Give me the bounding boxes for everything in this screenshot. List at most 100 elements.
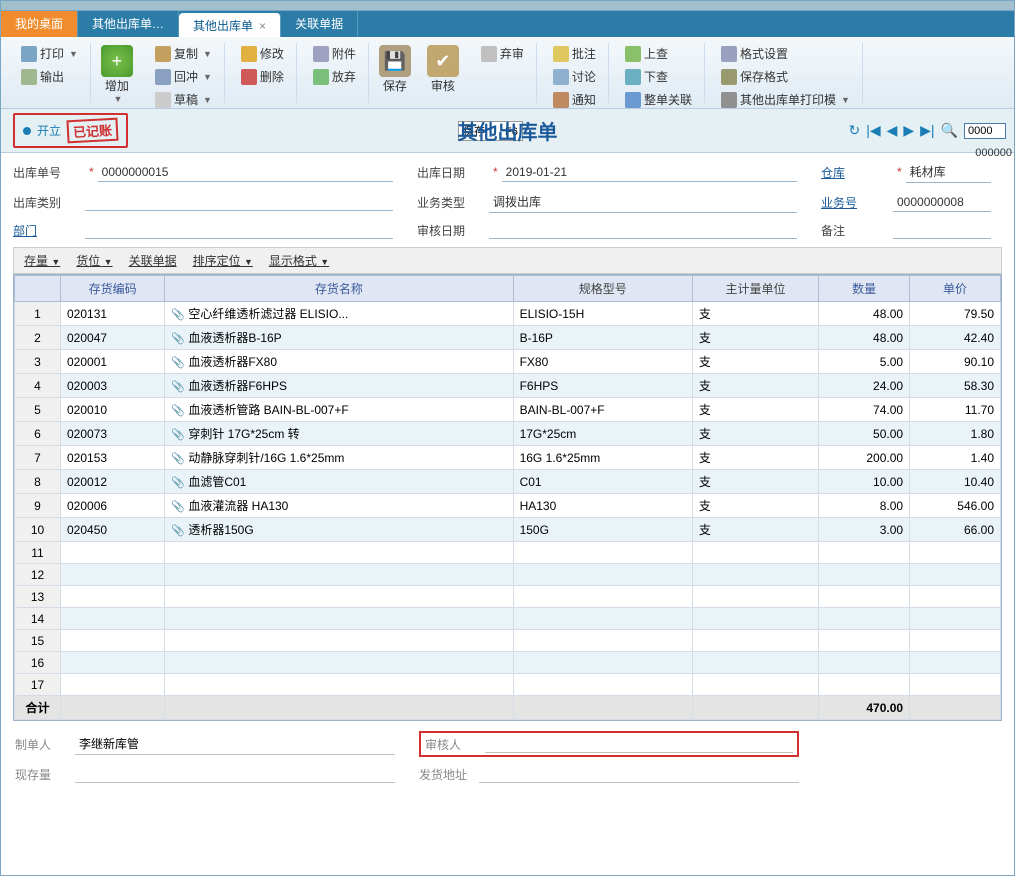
table-row[interactable]: 7020153📎 动静脉穿刺针/16G 1.6*25mm16G 1.6*25mm…: [15, 446, 1001, 470]
up-icon: [625, 46, 641, 62]
table-row[interactable]: 2020047📎 血液透析器B-16PB-16P支48.0042.40: [15, 326, 1001, 350]
remark-field[interactable]: [893, 221, 991, 239]
col-spec[interactable]: 规格型号: [513, 276, 692, 302]
addr-field[interactable]: [479, 765, 799, 783]
col-name[interactable]: 存货名称: [165, 276, 513, 302]
audit-button[interactable]: ✔审核: [421, 43, 465, 96]
edit-button[interactable]: 修改: [237, 43, 288, 64]
auditor-label: 审核人: [425, 736, 485, 753]
loc-link[interactable]: 货位 ▼: [76, 252, 112, 269]
template-button[interactable]: 其他出库单打印模▼: [717, 89, 854, 110]
chat-button[interactable]: 讨论: [549, 66, 600, 87]
link-button[interactable]: 整单关联: [621, 89, 696, 110]
dept-field[interactable]: [85, 221, 393, 239]
warehouse-field[interactable]: 耗材库: [906, 161, 991, 183]
attach-button[interactable]: 附件: [309, 43, 360, 64]
cancel-icon: [481, 46, 497, 62]
search-icon[interactable]: 🔍: [941, 122, 958, 139]
table-row[interactable]: 14: [15, 608, 1001, 630]
export-icon: [21, 69, 37, 85]
col-code[interactable]: 存货编码: [61, 276, 165, 302]
col-qty[interactable]: 数量: [819, 276, 910, 302]
form-area: 出库单号*0000000015 出库日期*2019-01-21 仓库*耗材库 出…: [1, 153, 1014, 247]
table-row[interactable]: 10020450📎 透析器150G150G支3.0066.00: [15, 518, 1001, 542]
fmt-link[interactable]: 显示格式 ▼: [269, 252, 329, 269]
table-row[interactable]: 17: [15, 674, 1001, 696]
table-row[interactable]: 9020006📎 血液灌流器 HA130HA130支8.00546.00: [15, 494, 1001, 518]
bizno-label[interactable]: 业务号: [821, 194, 893, 211]
discard-button[interactable]: 放弃: [309, 66, 360, 87]
warehouse-label[interactable]: 仓库: [821, 164, 893, 181]
save-icon: 💾: [379, 45, 411, 77]
table-row[interactable]: 3020001📎 血液透析器FX80FX80支5.0090.10: [15, 350, 1001, 374]
biz-label: 业务类型: [417, 194, 489, 211]
bizno-field[interactable]: 0000000008: [893, 193, 991, 212]
tab-otherout[interactable]: 其他出库单×: [179, 13, 281, 37]
export-button[interactable]: 输出: [17, 66, 82, 87]
table-row[interactable]: 8020012📎 血滤管C01C01支10.0010.40: [15, 470, 1001, 494]
col-row: [15, 276, 61, 302]
audit-date-field[interactable]: [489, 221, 797, 239]
rel-link[interactable]: 关联单据: [129, 252, 177, 269]
table-row[interactable]: 5020010📎 血液透析管路 BAIN-BL-007+FBAIN-BL-007…: [15, 398, 1001, 422]
note-button[interactable]: 批注: [549, 43, 600, 64]
col-price[interactable]: 单价: [910, 276, 1001, 302]
table-row[interactable]: 6020073📎 穿刺针 17G*25cm 转17G*25cm支50.001.8…: [15, 422, 1001, 446]
date-field[interactable]: 2019-01-21: [502, 163, 797, 182]
down-icon: [625, 69, 641, 85]
maker-field: 李继新库管: [75, 733, 395, 755]
save-format-button[interactable]: 保存格式: [717, 66, 854, 87]
type-field[interactable]: [85, 193, 393, 211]
col-unit[interactable]: 主计量单位: [692, 276, 818, 302]
sort-link[interactable]: 排序定位 ▼: [193, 252, 253, 269]
print-button[interactable]: 打印▼: [17, 43, 82, 64]
lookup-down-button[interactable]: 下查: [621, 66, 696, 87]
prev-icon[interactable]: ◀: [887, 122, 898, 139]
biz-field[interactable]: 调拨出库: [489, 191, 797, 213]
chat-icon: [553, 69, 569, 85]
notify-button[interactable]: 通知: [549, 89, 600, 110]
first-icon[interactable]: |◀: [866, 122, 880, 139]
status-badge: 开立 已记账: [13, 113, 128, 148]
page-title: 其他出库单: [458, 116, 558, 145]
delete-button[interactable]: 删除: [237, 66, 288, 87]
close-icon[interactable]: ×: [259, 19, 266, 33]
savefmt-icon: [721, 69, 737, 85]
overflow-number: 000000: [975, 147, 1012, 159]
maker-label: 制单人: [15, 736, 75, 753]
table-row[interactable]: 15: [15, 630, 1001, 652]
tab-desktop[interactable]: 我的桌面: [1, 11, 78, 37]
notify-icon: [553, 92, 569, 108]
addr-label: 发货地址: [419, 766, 479, 783]
remark-label: 备注: [821, 222, 893, 239]
table-row[interactable]: 12: [15, 564, 1001, 586]
search-input[interactable]: [964, 123, 1006, 139]
save-button[interactable]: 💾保存: [373, 43, 417, 96]
next-icon[interactable]: ▶: [903, 122, 914, 139]
document-header: 开立 已记账 保存F6 其他出库单 ↻ |◀ ◀ ▶ ▶| 🔍 000000: [1, 109, 1014, 153]
add-button[interactable]: +增加▼: [95, 43, 139, 106]
cancel-audit-button[interactable]: 弃审: [477, 43, 528, 64]
last-icon[interactable]: ▶|: [920, 122, 934, 139]
table-row[interactable]: 13: [15, 586, 1001, 608]
undo-icon: [155, 69, 171, 85]
doc-no-field[interactable]: 0000000015: [98, 163, 393, 182]
tab-otherout-list[interactable]: 其他出库单…: [78, 11, 179, 37]
draft-button[interactable]: 草稿▼: [151, 89, 216, 110]
lookup-up-button[interactable]: 上查: [621, 43, 696, 64]
table-row[interactable]: 11: [15, 542, 1001, 564]
table-row[interactable]: 16: [15, 652, 1001, 674]
refresh-icon[interactable]: ↻: [848, 122, 860, 139]
undo-button[interactable]: 回冲▼: [151, 66, 216, 87]
doc-no-label: 出库单号: [13, 164, 85, 181]
dept-label[interactable]: 部门: [13, 222, 85, 239]
format-button[interactable]: 格式设置: [717, 43, 854, 64]
tab-related[interactable]: 关联单据: [281, 11, 358, 37]
date-label: 出库日期: [417, 164, 489, 181]
chevron-down-icon: ▼: [69, 49, 78, 59]
template-icon: [721, 92, 737, 108]
copy-button[interactable]: 复制▼: [151, 43, 216, 64]
table-row[interactable]: 4020003📎 血液透析器F6HPSF6HPS支24.0058.30: [15, 374, 1001, 398]
stock-link[interactable]: 存量 ▼: [24, 252, 60, 269]
table-row[interactable]: 1020131📎 空心纤维透析滤过器 ELISIO...ELISIO-15H支4…: [15, 302, 1001, 326]
